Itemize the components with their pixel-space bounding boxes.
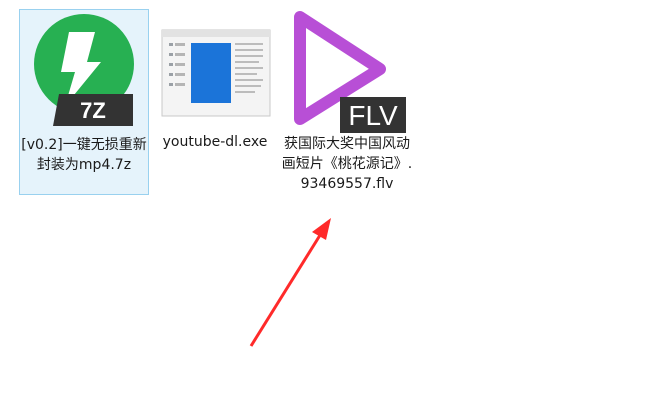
red-arrow-icon <box>249 218 331 347</box>
file-explorer-view: 7Z [v0.2]一键无损重新封装为mp4.7z youtube-dl.exe … <box>0 0 669 413</box>
